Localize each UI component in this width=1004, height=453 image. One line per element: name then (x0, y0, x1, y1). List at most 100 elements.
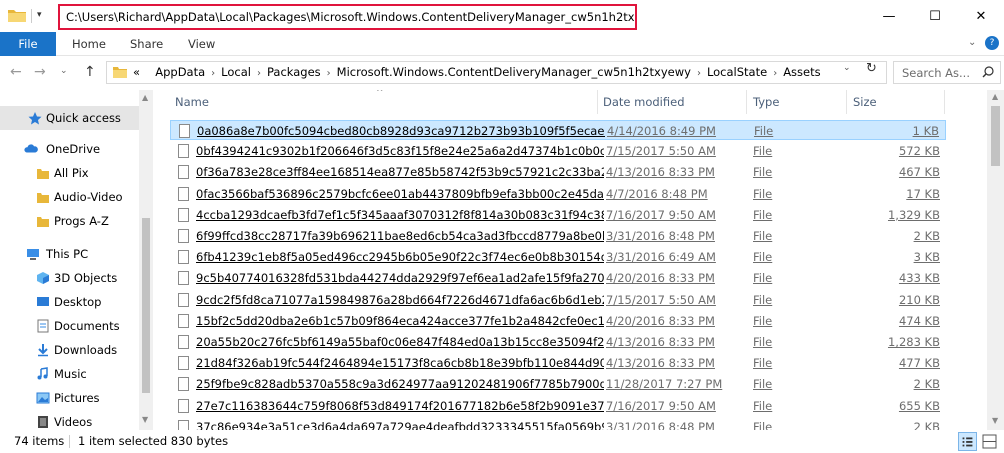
file-size: 1,283 KB (887, 335, 940, 349)
breadcrumb-contentdeliverymanager[interactable]: Microsoft.Windows.ContentDeliveryManager… (337, 65, 691, 79)
breadcrumb-local[interactable]: Local (221, 65, 251, 79)
cube-icon (37, 272, 49, 284)
column-header-name[interactable]: Name (175, 90, 209, 114)
scroll-down-icon[interactable]: ▼ (992, 416, 998, 425)
forward-arrow-icon[interactable]: → (34, 64, 46, 80)
minimize-button[interactable]: — (866, 0, 912, 32)
table-row[interactable]: 4ccba1293dcaefb3fd7ef1c5f345aaaf3070312f… (170, 205, 946, 225)
file-type: File (753, 207, 773, 222)
file-icon (178, 271, 189, 286)
table-row[interactable]: 0fac3566baf536896c2579bcfc6ee01ab4437809… (170, 184, 946, 204)
details-view-icon[interactable] (958, 432, 977, 451)
documents-icon (37, 319, 49, 333)
file-type: File (753, 313, 773, 328)
table-row[interactable]: 6f99ffcd38cc28717fa39b696211bae8ed6cb54c… (170, 226, 946, 246)
table-row[interactable]: 9cdc2f5fd8ca71077a159849876a28bd664f7226… (170, 290, 946, 310)
file-icon (178, 419, 189, 430)
table-row[interactable]: 0f36a783e28ce3ff84ee168514ea877e85b58742… (170, 162, 946, 182)
file-date-modified: 3/31/2016 6:49 AM (606, 250, 716, 265)
file-name: 0f36a783e28ce3ff84ee168514ea877e85b58742… (196, 165, 604, 180)
tab-share[interactable]: Share (130, 32, 163, 56)
file-date-modified: 7/16/2017 9:50 AM (606, 207, 716, 222)
breadcrumb-packages[interactable]: Packages (267, 65, 321, 79)
sidebar-item-downloads[interactable]: Downloads (0, 338, 139, 362)
table-row[interactable]: 15bf2c5dd20dba2e6b1c57b09f864eca424acce3… (170, 311, 946, 331)
file-type: File (753, 356, 773, 371)
sidebar-item-desktop[interactable]: Desktop (0, 290, 139, 314)
sidebar-item-videos[interactable]: Videos (0, 410, 139, 430)
chevron-down-icon[interactable]: ⌄ (843, 63, 851, 73)
file-type: File (753, 377, 773, 392)
table-row[interactable]: 21d84f326ab19fc544f2464894e15173f8ca6cb8… (170, 353, 946, 373)
file-size: 2 KB (913, 419, 940, 430)
file-size: 2 KB (913, 377, 940, 392)
download-icon (38, 344, 48, 357)
file-type: File (753, 144, 773, 159)
file-icon (178, 292, 189, 307)
sidebar-item-progs-a-z[interactable]: Progs A-Z (0, 209, 139, 233)
file-date-modified: 4/14/2016 8:49 PM (607, 124, 716, 138)
sidebar-item-quick-access[interactable]: Quick access (0, 106, 139, 130)
scrollbar-thumb[interactable] (142, 218, 150, 393)
chevron-right-icon[interactable]: › (773, 68, 777, 79)
table-row[interactable]: 20a55b20c276fc5bf6149a55baf0c06e847f484e… (170, 332, 946, 352)
tab-view[interactable]: View (188, 32, 215, 56)
breadcrumb-localstate[interactable]: LocalState (707, 65, 767, 79)
breadcrumb-appdata[interactable]: AppData (155, 65, 205, 79)
sidebar-item-3d-objects[interactable]: 3D Objects (0, 266, 139, 290)
column-header-type[interactable]: Type (753, 90, 779, 114)
chevron-right-icon[interactable]: › (257, 68, 261, 79)
file-name: 4ccba1293dcaefb3fd7ef1c5f345aaaf3070312f… (196, 207, 604, 222)
sidebar-item-onedrive[interactable]: OneDrive (0, 137, 139, 161)
scroll-up-icon[interactable]: ▲ (992, 92, 998, 101)
file-date-modified: 4/20/2016 8:33 PM (606, 313, 715, 328)
file-date-modified: 4/13/2016 8:33 PM (606, 356, 715, 371)
chevron-right-icon[interactable]: › (327, 68, 331, 79)
table-row[interactable]: 6fb41239c1eb8f5a05ed496cc2945b6b05e90f22… (170, 247, 946, 267)
table-row[interactable]: 27e7c116383644c759f8068f53d849174f201677… (170, 396, 946, 416)
sidebar-item-pictures[interactable]: Pictures (0, 386, 139, 410)
large-icons-view-icon[interactable] (980, 432, 999, 451)
file-name: 25f9fbe9c828adb5370a558c9a3d624977aa9120… (196, 377, 604, 392)
recent-locations-icon[interactable]: ⌄ (60, 66, 68, 76)
search-input[interactable]: Search As... (893, 61, 1001, 84)
breadcrumb-assets[interactable]: Assets (783, 65, 820, 79)
close-button[interactable]: ✕ (958, 0, 1004, 32)
breadcrumb-overflow[interactable]: « (133, 65, 140, 79)
file-size: 3 KB (913, 250, 940, 265)
chevron-right-icon[interactable]: › (211, 68, 215, 79)
sidebar-item-documents[interactable]: Documents (0, 314, 139, 338)
file-icon (178, 335, 189, 349)
table-row[interactable]: 25f9fbe9c828adb5370a558c9a3d624977aa9120… (170, 374, 946, 394)
maximize-button[interactable]: ☐ (912, 0, 958, 32)
file-type: File (753, 229, 773, 243)
scrollbar-thumb[interactable] (991, 106, 1000, 166)
sidebar-scrollbar[interactable]: ▲ ▼ (139, 90, 153, 430)
quick-access-toolbar-dropdown-icon[interactable]: ▾ (37, 10, 42, 20)
file-list-scrollbar[interactable]: ▲ ▼ (987, 90, 1004, 430)
file-date-modified: 11/28/2017 7:27 PM (606, 377, 723, 392)
sidebar-item-audio-video[interactable]: Audio-Video (0, 185, 139, 209)
column-header-size[interactable]: Size (853, 90, 877, 114)
tab-file[interactable]: File (0, 32, 56, 56)
sidebar-item-music[interactable]: Music (0, 362, 139, 386)
chevron-right-icon[interactable]: › (697, 68, 701, 79)
file-name: 9c5b40774016328fd531bda44274dda2929f97ef… (196, 271, 604, 286)
scroll-up-icon[interactable]: ▲ (142, 93, 148, 102)
table-row[interactable]: 0bf4394241c9302b1f206646f3d5c83f15f8e24e… (170, 141, 946, 161)
column-header-date-modified[interactable]: Date modified (603, 90, 685, 114)
sidebar-item-this-pc[interactable]: This PC (0, 242, 139, 266)
expand-ribbon-icon[interactable]: ⌄ (968, 37, 976, 48)
back-arrow-icon[interactable]: ← (10, 64, 22, 80)
table-row[interactable]: 0a086a8e7b00fc5094cbed80cb8928d93ca9712b… (170, 120, 946, 140)
sidebar-item-all-pix[interactable]: All Pix (0, 161, 139, 185)
up-arrow-icon[interactable]: ↑ (84, 64, 96, 80)
address-bar[interactable]: « AppData › Local › Packages › Microsoft.Windo… (106, 61, 887, 84)
table-row[interactable]: 37c86e934e3a51ce3d6a4da697a729ae4deafbdd… (170, 417, 946, 430)
search-icon[interactable] (982, 66, 994, 78)
scroll-down-icon[interactable]: ▼ (142, 415, 148, 424)
tab-home[interactable]: Home (72, 32, 106, 56)
table-row[interactable]: 9c5b40774016328fd531bda44274dda2929f97ef… (170, 268, 946, 288)
help-icon[interactable]: ? (985, 36, 999, 50)
refresh-icon[interactable]: ↻ (866, 61, 877, 76)
